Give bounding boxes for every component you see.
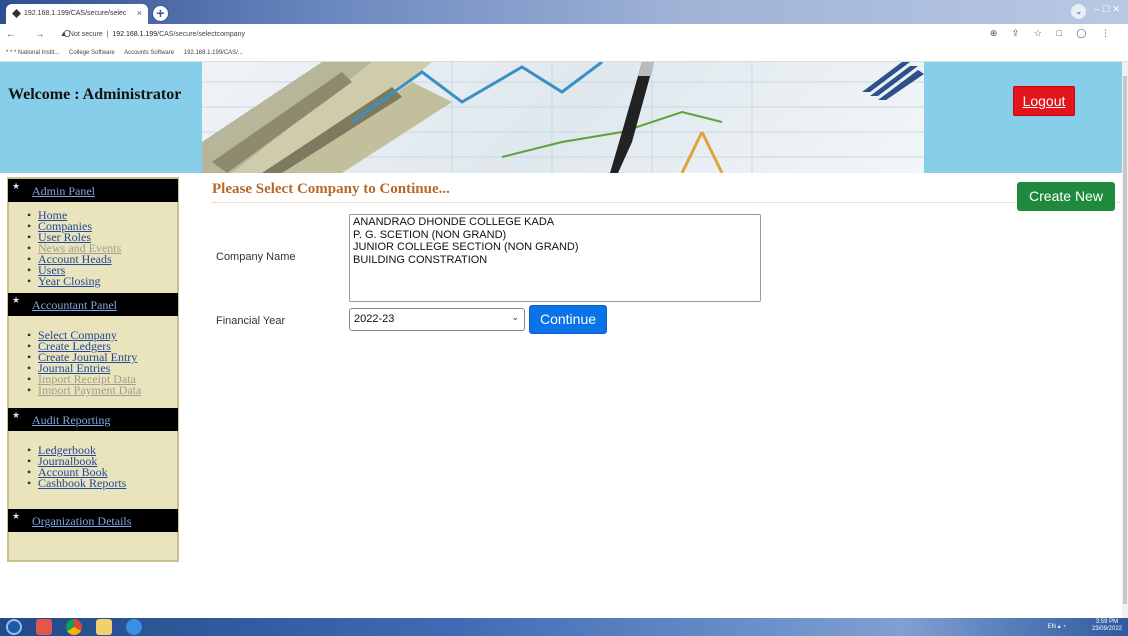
clock-time: 3:59 PM bbox=[1095, 619, 1119, 625]
internet-explorer-icon[interactable] bbox=[126, 619, 142, 635]
welcome-text: Welcome : Administrator bbox=[8, 86, 182, 103]
sidebar-section-organization-details: ★ Organization Details bbox=[8, 509, 178, 532]
company-listbox[interactable]: ANANDRAO DHONDE COLLEGE KADA P. G. SCETI… bbox=[349, 214, 761, 302]
address-bar: ← → C ▲ Not secure | 192.168.1.199/CAS/s… bbox=[0, 24, 1128, 46]
star-icon: ★ bbox=[12, 511, 21, 521]
url-field[interactable]: ▲ Not secure | 192.168.1.199/CAS/secure/… bbox=[60, 31, 245, 38]
accountant-panel-menu: Select Company Create Ledgers Create Jou… bbox=[9, 316, 177, 402]
sidebar-heading-admin-panel[interactable]: Admin Panel bbox=[32, 184, 95, 199]
chrome-icon[interactable] bbox=[66, 619, 82, 635]
new-tab-button[interactable]: + bbox=[152, 5, 169, 22]
financial-year-select[interactable]: 2022-23 ⌄ bbox=[349, 308, 525, 331]
create-new-button[interactable]: Create New bbox=[1017, 182, 1115, 211]
taskbar-icons bbox=[6, 619, 142, 635]
os-taskbar: EN ▴ ◔ 3:59 PM 23/09/2022 bbox=[0, 618, 1128, 636]
bookmarks-bar: * * * National Instit... College Softwar… bbox=[0, 46, 1128, 62]
company-name-label: Company Name bbox=[216, 251, 296, 263]
title-divider bbox=[212, 202, 1120, 203]
banner-image bbox=[202, 62, 924, 173]
clock-date: 23/09/2022 bbox=[1091, 626, 1122, 632]
sidebar-heading-audit-reporting[interactable]: Audit Reporting bbox=[32, 413, 110, 428]
company-option[interactable]: P. G. SCETION (NON GRAND) bbox=[353, 229, 757, 242]
company-option[interactable]: BUILDING CONSTRATION bbox=[353, 254, 757, 267]
sidebar-item-import-payment-data: Import Payment Data bbox=[27, 384, 177, 396]
logout-button[interactable]: Logout bbox=[1013, 86, 1075, 116]
clock[interactable]: 3:59 PM 23/09/2022 bbox=[1092, 619, 1122, 633]
sidebar-heading-organization-details[interactable]: Organization Details bbox=[32, 514, 131, 529]
browser-tab-strip: 192.168.1.199/CAS/secure/selec × + ⌄ – ☐… bbox=[0, 0, 1128, 24]
warning-icon: ▲ bbox=[60, 31, 67, 38]
sidebar-item-cashbook-reports[interactable]: Cashbook Reports bbox=[27, 477, 177, 489]
chevron-down-icon: ⌄ bbox=[511, 312, 519, 322]
page-header: Welcome : Administrator Logout bbox=[0, 62, 1122, 173]
sidebar-section-admin-panel: ★ Admin Panel bbox=[8, 179, 178, 202]
financial-year-value: 2022-23 bbox=[354, 313, 395, 325]
company-option[interactable]: ANANDRAO DHONDE COLLEGE KADA bbox=[353, 216, 757, 229]
star-icon: ★ bbox=[12, 295, 21, 305]
toolbar-icons[interactable]: ⊕ ⇪ ☆ □ ◯ ⋮ bbox=[990, 28, 1116, 39]
star-icon: ★ bbox=[12, 410, 21, 420]
sidebar-heading-accountant-panel[interactable]: Accountant Panel bbox=[32, 298, 117, 313]
window-control-glyphs[interactable]: – ☐ ✕ bbox=[1094, 4, 1120, 19]
bookmark-item[interactable]: College Software bbox=[69, 50, 115, 56]
bookmark-item[interactable]: 192.168.1.199/CAS/... bbox=[184, 50, 243, 56]
sidebar-section-accountant-panel: ★ Accountant Panel bbox=[8, 293, 178, 316]
bookmark-item[interactable]: Accounts Software bbox=[124, 50, 174, 56]
financial-year-label: Financial Year bbox=[216, 315, 286, 327]
page-scrollbar[interactable] bbox=[1122, 62, 1128, 618]
url-host: 192.168.1.199 bbox=[112, 31, 158, 38]
url-path: /CAS/secure/selectcompany bbox=[157, 31, 246, 38]
page-title: Please Select Company to Continue... bbox=[212, 181, 450, 197]
continue-button[interactable]: Continue bbox=[529, 305, 607, 334]
window-controls: ⌄ – ☐ ✕ bbox=[1071, 4, 1120, 19]
browser-tab[interactable]: 192.168.1.199/CAS/secure/selec × bbox=[6, 4, 148, 24]
bookmark-item[interactable]: * * * National Instit... bbox=[6, 50, 59, 56]
security-status: Not secure bbox=[68, 31, 103, 38]
sidebar-item-year-closing[interactable]: Year Closing bbox=[27, 275, 177, 287]
tab-title: 192.168.1.199/CAS/secure/selec bbox=[24, 10, 127, 17]
company-option[interactable]: JUNIOR COLLEGE SECTION (NON GRAND) bbox=[353, 241, 757, 254]
system-tray: EN ▴ ◔ bbox=[1047, 624, 1066, 630]
audit-reporting-menu: Ledgerbook Journalbook Account Book Cash… bbox=[9, 431, 177, 495]
admin-panel-menu: Home Companies User Roles News and Event… bbox=[9, 202, 177, 293]
start-button-icon[interactable] bbox=[6, 619, 22, 635]
language-indicator[interactable]: EN bbox=[1048, 624, 1056, 630]
tab-search-icon[interactable]: ⌄ bbox=[1071, 4, 1087, 19]
scrollbar-thumb[interactable] bbox=[1123, 76, 1127, 604]
tab-close-icon[interactable]: × bbox=[137, 8, 142, 18]
sidebar: ★ Admin Panel Home Companies User Roles … bbox=[7, 177, 179, 562]
star-icon: ★ bbox=[12, 181, 21, 191]
file-explorer-icon[interactable] bbox=[96, 619, 112, 635]
favicon-icon bbox=[12, 9, 21, 18]
media-player-icon[interactable] bbox=[36, 619, 52, 635]
sidebar-section-audit-reporting: ★ Audit Reporting bbox=[8, 408, 178, 431]
banner-illustration bbox=[202, 62, 924, 173]
